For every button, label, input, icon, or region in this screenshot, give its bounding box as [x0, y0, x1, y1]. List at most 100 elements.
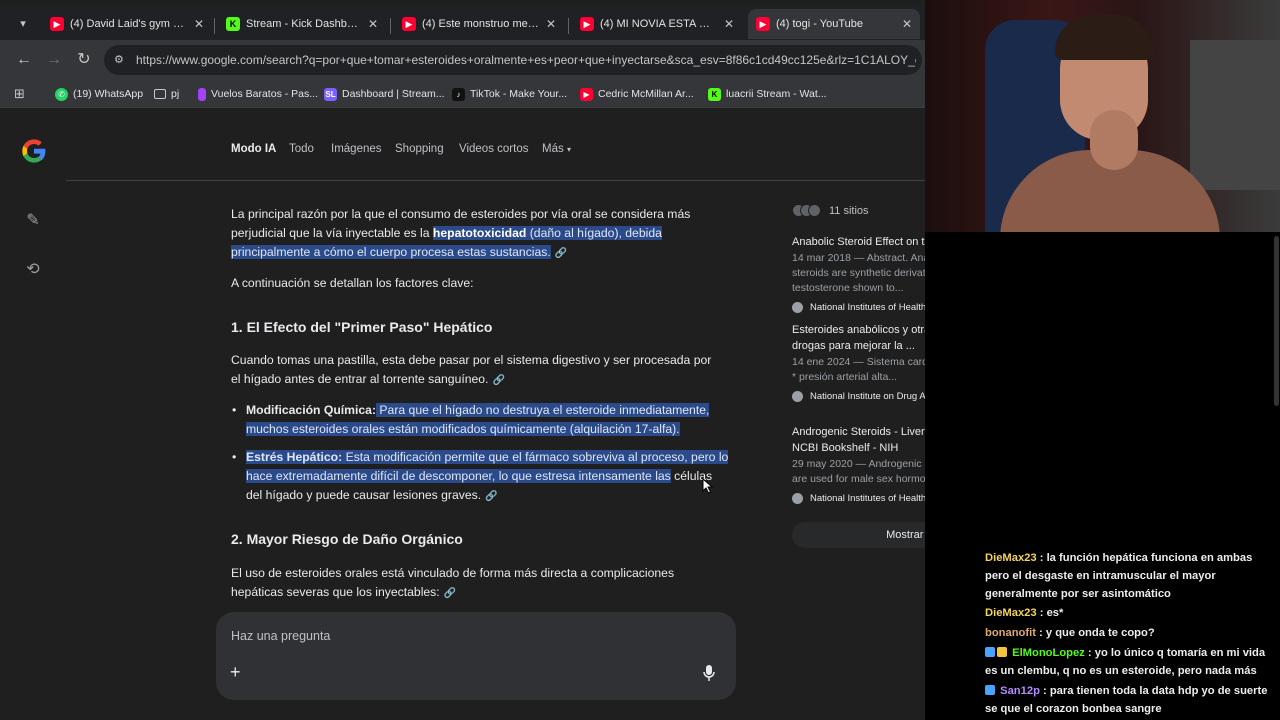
link-icon[interactable]: 🔗 [492, 375, 504, 386]
nida-icon [792, 391, 803, 402]
tab-este-monstruo[interactable]: ▶ (4) Este monstruo me dest ✕ [394, 9, 564, 39]
history-icon[interactable]: ⟲ [22, 259, 44, 281]
factors-intro: A continuación se detallan los factores … [231, 276, 474, 290]
nav-shopping[interactable]: Shopping [395, 143, 444, 155]
tab-search-icon[interactable]: ▾ [8, 12, 38, 36]
chat-username[interactable]: DieMax23 [985, 607, 1037, 619]
new-chat-icon[interactable]: ✎ [22, 210, 44, 232]
tiktok-icon: ♪ [452, 87, 465, 101]
kick-icon: K [226, 17, 240, 31]
source-favicons [792, 204, 821, 217]
close-icon[interactable]: ✕ [902, 17, 912, 31]
link-icon[interactable]: 🔗 [485, 491, 497, 502]
bullet-label: Estrés Hepático: [246, 450, 343, 464]
tab-kick-dashboard[interactable]: K Stream - Kick Dashboard ✕ [218, 9, 386, 39]
mouse-cursor-icon [702, 478, 714, 494]
ask-input[interactable]: Haz una pregunta [231, 629, 330, 643]
close-icon[interactable]: ✕ [546, 17, 556, 31]
google-results-page: ✎ ⟲ Modo IA Todo Imágenes Shopping Video… [0, 109, 1053, 720]
url-text: https://www.google.com/search?q=por+que+… [136, 53, 916, 67]
bookmark-luacrii[interactable]: K luacrii Stream - Wat... [708, 86, 827, 102]
webcam-shelf [1190, 40, 1280, 190]
tab-togi-youtube[interactable]: ▶ (4) togi - YouTube ✕ [748, 9, 920, 39]
tab-mi-novia[interactable]: ▶ (4) MI NOVIA ESTA MAS G ✕ [572, 9, 742, 39]
tab-title: Stream - Kick Dashboard [246, 18, 362, 30]
chat-message: DieMax23 : es* [985, 604, 1278, 622]
address-bar[interactable]: ⚙ https://www.google.com/search?q=por+qu… [104, 45, 922, 75]
bookmark-folder-pj[interactable]: pj [154, 86, 179, 102]
chat-username[interactable]: ElMonoLopez [1012, 647, 1085, 659]
bookmark-label: (19) WhatsApp [73, 88, 144, 100]
chat-username[interactable]: bonanofit [985, 627, 1036, 639]
youtube-icon: ▶ [756, 17, 770, 31]
forward-arrow-icon[interactable]: → [44, 50, 64, 70]
nav-mas[interactable]: Más ▾ [542, 143, 571, 155]
chat-username[interactable]: DieMax23 [985, 552, 1037, 564]
bookmark-streamlabs[interactable]: SL Dashboard | Stream... [324, 86, 445, 102]
streamer-hair [1055, 15, 1153, 60]
verified-badge-icon [985, 685, 995, 695]
bookmark-label: luacrii Stream - Wat... [726, 88, 827, 100]
tab-title: (4) Este monstruo me dest [422, 18, 540, 30]
chat-scrollbar[interactable] [1274, 236, 1279, 406]
youtube-icon: ▶ [580, 17, 594, 31]
section-heading-2: 2. Mayor Riesgo de Daño Orgánico [231, 531, 463, 547]
tab-separator [390, 18, 391, 34]
factor-list: Modificación Química: Para que el hígado… [231, 401, 731, 515]
tab-separator [214, 18, 215, 34]
chat-text: : y que onda te copo? [1035, 627, 1155, 639]
first-pass-paragraph: Cuando tomas una pastilla, esta debe pas… [231, 351, 721, 390]
bookmark-tiktok[interactable]: ♪ TikTok - Make Your... [452, 86, 567, 102]
sources-header[interactable]: 11 sitios [792, 204, 869, 217]
bookmark-whatsapp[interactable]: ✆ (19) WhatsApp [55, 86, 143, 102]
nih-icon [792, 493, 803, 504]
close-icon[interactable]: ✕ [368, 17, 378, 31]
search-nav: Modo IA Todo Imágenes Shopping Videos co… [66, 109, 925, 181]
verified-badge-icon [985, 647, 995, 657]
nav-mas-label: Más [542, 143, 564, 155]
plus-icon[interactable]: + [230, 662, 241, 683]
list-item: Modificación Química: Para que el hígado… [231, 401, 731, 439]
screen: ▾ ▶ (4) David Laid's gym aesth ✕ K Strea… [0, 0, 1280, 720]
bookmark-cedric[interactable]: ▶ Cedric McMillan Ar... [580, 86, 694, 102]
chat-username[interactable]: San12p [1000, 685, 1040, 697]
site-info-icon[interactable]: ⚙ [114, 53, 128, 67]
left-rail: ✎ ⟲ [0, 109, 66, 720]
youtube-icon: ▶ [580, 87, 593, 101]
close-icon[interactable]: ✕ [194, 17, 204, 31]
tab-separator [568, 18, 569, 34]
streamlabs-icon: SL [324, 87, 337, 101]
intro-paragraph: La principal razón por la que el consumo… [231, 205, 711, 263]
nav-videos-cortos[interactable]: Videos cortos [459, 143, 528, 155]
ask-box[interactable]: Haz una pregunta + [216, 612, 736, 700]
link-icon[interactable]: 🔗 [444, 588, 456, 599]
kick-icon: K [708, 87, 721, 101]
section-heading-1: 1. El Efecto del "Primer Paso" Hepático [231, 319, 493, 335]
close-icon[interactable]: ✕ [724, 17, 734, 31]
bookmark-label: Vuelos Baratos - Pas... [211, 88, 318, 100]
tab-title: (4) David Laid's gym aesth [70, 18, 188, 30]
bullet-label: Modificación Química: [246, 403, 377, 417]
webcam-feed [925, 0, 1280, 232]
apps-grid-icon[interactable]: ⊞ [14, 86, 25, 102]
reload-icon[interactable]: ↻ [74, 50, 94, 70]
back-arrow-icon[interactable]: ← [14, 50, 34, 70]
stream-chat: DieMax23 : la función hepática funciona … [925, 232, 1280, 720]
nav-modo-ia[interactable]: Modo IA [231, 143, 276, 155]
bookmark-label: Cedric McMillan Ar... [598, 88, 694, 100]
chat-message: bonanofit : y que onda te copo? [985, 624, 1278, 642]
tab-title: (4) MI NOVIA ESTA MAS G [600, 18, 718, 30]
nih-icon [792, 302, 803, 313]
microphone-icon[interactable] [702, 664, 716, 682]
flight-icon [198, 87, 206, 101]
nav-todo[interactable]: Todo [289, 143, 314, 155]
link-icon[interactable]: 🔗 [555, 248, 567, 259]
browser-toolbar: ← → ↻ ⚙ https://www.google.com/search?q=… [0, 40, 925, 80]
tab-strip: ▾ ▶ (4) David Laid's gym aesth ✕ K Strea… [0, 6, 925, 40]
chat-text: : es* [1036, 607, 1064, 619]
nav-imagenes[interactable]: Imágenes [331, 143, 382, 155]
streamer-hand [1090, 110, 1138, 170]
bookmark-vuelos[interactable]: Vuelos Baratos - Pas... [198, 86, 318, 102]
google-g-logo[interactable] [20, 137, 48, 165]
tab-david-laid[interactable]: ▶ (4) David Laid's gym aesth ✕ [42, 9, 212, 39]
